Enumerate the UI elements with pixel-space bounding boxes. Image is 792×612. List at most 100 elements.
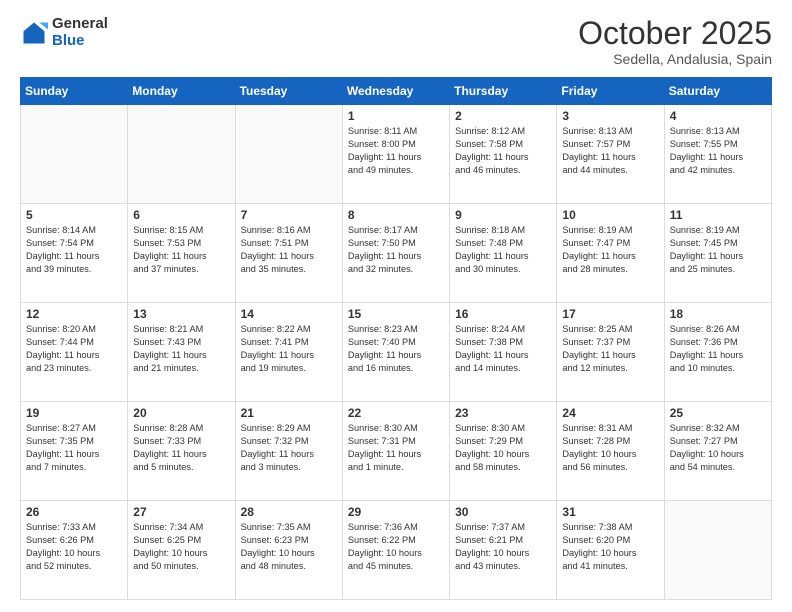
day-number: 4 xyxy=(670,109,766,123)
day-number: 26 xyxy=(26,505,122,519)
logo-blue: Blue xyxy=(52,33,108,50)
day-number: 29 xyxy=(348,505,444,519)
day-info: Sunrise: 8:28 AM Sunset: 7:33 PM Dayligh… xyxy=(133,422,229,474)
calendar-week-3: 19 Sunrise: 8:27 AM Sunset: 7:35 PM Dayli… xyxy=(21,402,772,501)
weekday-header-tuesday: Tuesday xyxy=(235,78,342,105)
day-number: 17 xyxy=(562,307,658,321)
day-number: 8 xyxy=(348,208,444,222)
calendar-cell: 20 Sunrise: 8:28 AM Sunset: 7:33 PM Dayli… xyxy=(128,402,235,501)
day-info: Sunrise: 8:16 AM Sunset: 7:51 PM Dayligh… xyxy=(241,224,337,276)
location: Sedella, Andalusia, Spain xyxy=(578,51,772,67)
day-number: 12 xyxy=(26,307,122,321)
header-right: October 2025 Sedella, Andalusia, Spain xyxy=(578,16,772,67)
logo-icon xyxy=(20,19,48,47)
day-info: Sunrise: 8:11 AM Sunset: 8:00 PM Dayligh… xyxy=(348,125,444,177)
day-number: 6 xyxy=(133,208,229,222)
day-info: Sunrise: 8:24 AM Sunset: 7:38 PM Dayligh… xyxy=(455,323,551,375)
calendar-cell: 7 Sunrise: 8:16 AM Sunset: 7:51 PM Daylig… xyxy=(235,204,342,303)
day-info: Sunrise: 7:34 AM Sunset: 6:25 PM Dayligh… xyxy=(133,521,229,573)
calendar-cell: 14 Sunrise: 8:22 AM Sunset: 7:41 PM Dayli… xyxy=(235,303,342,402)
day-info: Sunrise: 8:25 AM Sunset: 7:37 PM Dayligh… xyxy=(562,323,658,375)
day-info: Sunrise: 8:20 AM Sunset: 7:44 PM Dayligh… xyxy=(26,323,122,375)
calendar-cell: 21 Sunrise: 8:29 AM Sunset: 7:32 PM Dayli… xyxy=(235,402,342,501)
day-number: 31 xyxy=(562,505,658,519)
day-number: 19 xyxy=(26,406,122,420)
day-info: Sunrise: 8:30 AM Sunset: 7:31 PM Dayligh… xyxy=(348,422,444,474)
weekday-header-thursday: Thursday xyxy=(450,78,557,105)
day-info: Sunrise: 8:32 AM Sunset: 7:27 PM Dayligh… xyxy=(670,422,766,474)
day-info: Sunrise: 8:13 AM Sunset: 7:55 PM Dayligh… xyxy=(670,125,766,177)
day-number: 14 xyxy=(241,307,337,321)
day-number: 2 xyxy=(455,109,551,123)
logo: General Blue xyxy=(20,16,108,49)
calendar-cell: 19 Sunrise: 8:27 AM Sunset: 7:35 PM Dayli… xyxy=(21,402,128,501)
calendar-cell xyxy=(235,105,342,204)
day-number: 5 xyxy=(26,208,122,222)
day-info: Sunrise: 8:12 AM Sunset: 7:58 PM Dayligh… xyxy=(455,125,551,177)
day-info: Sunrise: 7:38 AM Sunset: 6:20 PM Dayligh… xyxy=(562,521,658,573)
day-info: Sunrise: 8:29 AM Sunset: 7:32 PM Dayligh… xyxy=(241,422,337,474)
calendar-week-4: 26 Sunrise: 7:33 AM Sunset: 6:26 PM Dayli… xyxy=(21,501,772,600)
calendar-cell: 2 Sunrise: 8:12 AM Sunset: 7:58 PM Daylig… xyxy=(450,105,557,204)
day-info: Sunrise: 7:35 AM Sunset: 6:23 PM Dayligh… xyxy=(241,521,337,573)
day-info: Sunrise: 8:18 AM Sunset: 7:48 PM Dayligh… xyxy=(455,224,551,276)
calendar-cell: 31 Sunrise: 7:38 AM Sunset: 6:20 PM Dayli… xyxy=(557,501,664,600)
day-number: 20 xyxy=(133,406,229,420)
day-number: 10 xyxy=(562,208,658,222)
calendar-cell xyxy=(664,501,771,600)
calendar-cell: 24 Sunrise: 8:31 AM Sunset: 7:28 PM Dayli… xyxy=(557,402,664,501)
day-number: 16 xyxy=(455,307,551,321)
calendar-cell: 12 Sunrise: 8:20 AM Sunset: 7:44 PM Dayli… xyxy=(21,303,128,402)
day-number: 21 xyxy=(241,406,337,420)
calendar-cell: 11 Sunrise: 8:19 AM Sunset: 7:45 PM Dayli… xyxy=(664,204,771,303)
day-info: Sunrise: 8:31 AM Sunset: 7:28 PM Dayligh… xyxy=(562,422,658,474)
day-number: 23 xyxy=(455,406,551,420)
day-info: Sunrise: 8:30 AM Sunset: 7:29 PM Dayligh… xyxy=(455,422,551,474)
day-info: Sunrise: 7:37 AM Sunset: 6:21 PM Dayligh… xyxy=(455,521,551,573)
logo-text: General Blue xyxy=(52,16,108,49)
calendar-cell: 28Sunrise: 7:35 AM Sunset: 6:23 PM Dayli… xyxy=(235,501,342,600)
calendar-cell: 29Sunrise: 7:36 AM Sunset: 6:22 PM Dayli… xyxy=(342,501,449,600)
day-info: Sunrise: 7:33 AM Sunset: 6:26 PM Dayligh… xyxy=(26,521,122,573)
day-number: 27 xyxy=(133,505,229,519)
calendar-week-1: 5Sunrise: 8:14 AM Sunset: 7:54 PM Daylig… xyxy=(21,204,772,303)
calendar-cell: 4 Sunrise: 8:13 AM Sunset: 7:55 PM Daylig… xyxy=(664,105,771,204)
logo-general: General xyxy=(52,16,108,33)
header: General Blue October 2025 Sedella, Andal… xyxy=(20,16,772,67)
calendar-cell: 30 Sunrise: 7:37 AM Sunset: 6:21 PM Dayli… xyxy=(450,501,557,600)
day-number: 7 xyxy=(241,208,337,222)
weekday-header-saturday: Saturday xyxy=(664,78,771,105)
weekday-header-monday: Monday xyxy=(128,78,235,105)
day-info: Sunrise: 8:13 AM Sunset: 7:57 PM Dayligh… xyxy=(562,125,658,177)
month-title: October 2025 xyxy=(578,16,772,51)
day-number: 24 xyxy=(562,406,658,420)
weekday-header-row: SundayMondayTuesdayWednesdayThursdayFrid… xyxy=(21,78,772,105)
calendar-cell: 9 Sunrise: 8:18 AM Sunset: 7:48 PM Daylig… xyxy=(450,204,557,303)
day-number: 9 xyxy=(455,208,551,222)
calendar-cell: 6Sunrise: 8:15 AM Sunset: 7:53 PM Daylig… xyxy=(128,204,235,303)
calendar-week-0: 1 Sunrise: 8:11 AM Sunset: 8:00 PM Daylig… xyxy=(21,105,772,204)
calendar-cell: 3Sunrise: 8:13 AM Sunset: 7:57 PM Daylig… xyxy=(557,105,664,204)
calendar-cell: 1 Sunrise: 8:11 AM Sunset: 8:00 PM Daylig… xyxy=(342,105,449,204)
calendar-table: SundayMondayTuesdayWednesdayThursdayFrid… xyxy=(20,77,772,600)
page: General Blue October 2025 Sedella, Andal… xyxy=(0,0,792,612)
calendar-cell: 22Sunrise: 8:30 AM Sunset: 7:31 PM Dayli… xyxy=(342,402,449,501)
calendar-cell: 25Sunrise: 8:32 AM Sunset: 7:27 PM Dayli… xyxy=(664,402,771,501)
day-info: Sunrise: 8:19 AM Sunset: 7:45 PM Dayligh… xyxy=(670,224,766,276)
weekday-header-sunday: Sunday xyxy=(21,78,128,105)
calendar-cell: 13Sunrise: 8:21 AM Sunset: 7:43 PM Dayli… xyxy=(128,303,235,402)
day-info: Sunrise: 8:17 AM Sunset: 7:50 PM Dayligh… xyxy=(348,224,444,276)
day-info: Sunrise: 8:27 AM Sunset: 7:35 PM Dayligh… xyxy=(26,422,122,474)
day-info: Sunrise: 8:19 AM Sunset: 7:47 PM Dayligh… xyxy=(562,224,658,276)
day-number: 15 xyxy=(348,307,444,321)
day-number: 11 xyxy=(670,208,766,222)
calendar-week-2: 12 Sunrise: 8:20 AM Sunset: 7:44 PM Dayli… xyxy=(21,303,772,402)
calendar-cell: 5Sunrise: 8:14 AM Sunset: 7:54 PM Daylig… xyxy=(21,204,128,303)
day-info: Sunrise: 8:22 AM Sunset: 7:41 PM Dayligh… xyxy=(241,323,337,375)
calendar-cell: 10 Sunrise: 8:19 AM Sunset: 7:47 PM Dayli… xyxy=(557,204,664,303)
calendar-cell: 16 Sunrise: 8:24 AM Sunset: 7:38 PM Dayli… xyxy=(450,303,557,402)
calendar-cell xyxy=(21,105,128,204)
day-number: 18 xyxy=(670,307,766,321)
day-number: 30 xyxy=(455,505,551,519)
day-number: 1 xyxy=(348,109,444,123)
